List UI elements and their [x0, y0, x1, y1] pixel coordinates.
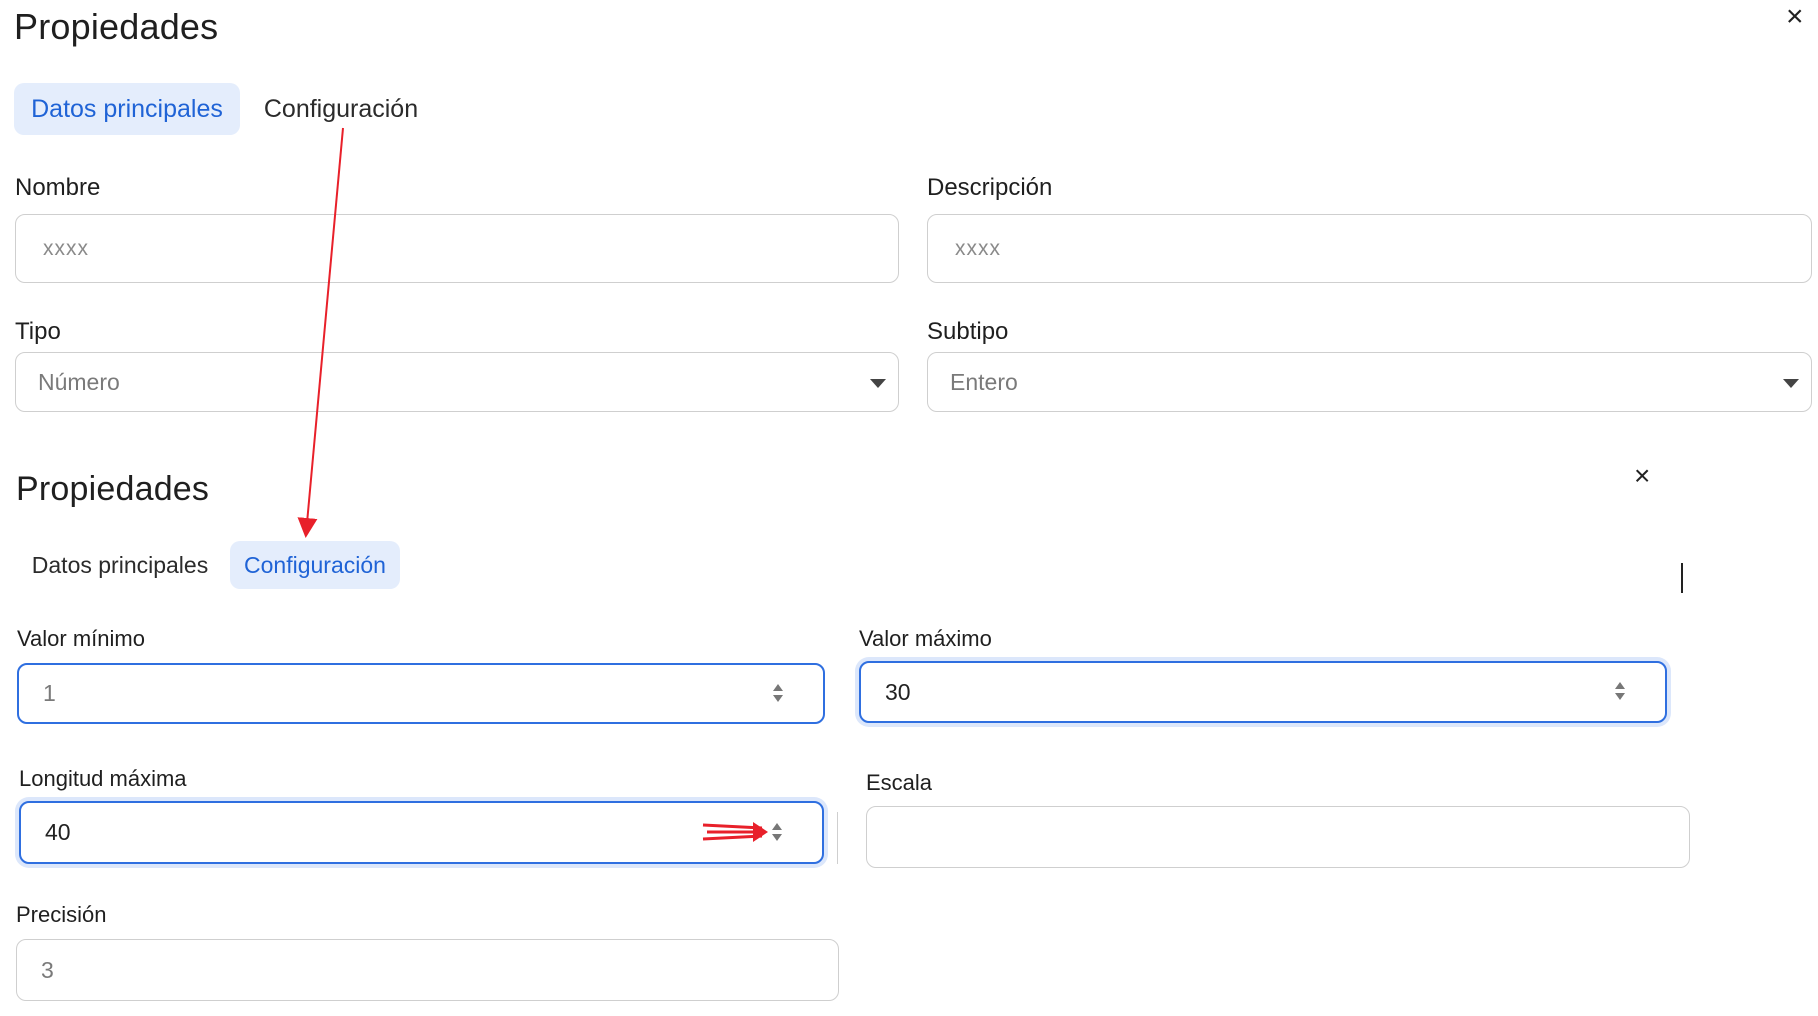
- annotation-overlay: [297, 127, 768, 842]
- annotation-arrow: [297, 127, 344, 538]
- annotation-arrows-spinner: [702, 822, 768, 842]
